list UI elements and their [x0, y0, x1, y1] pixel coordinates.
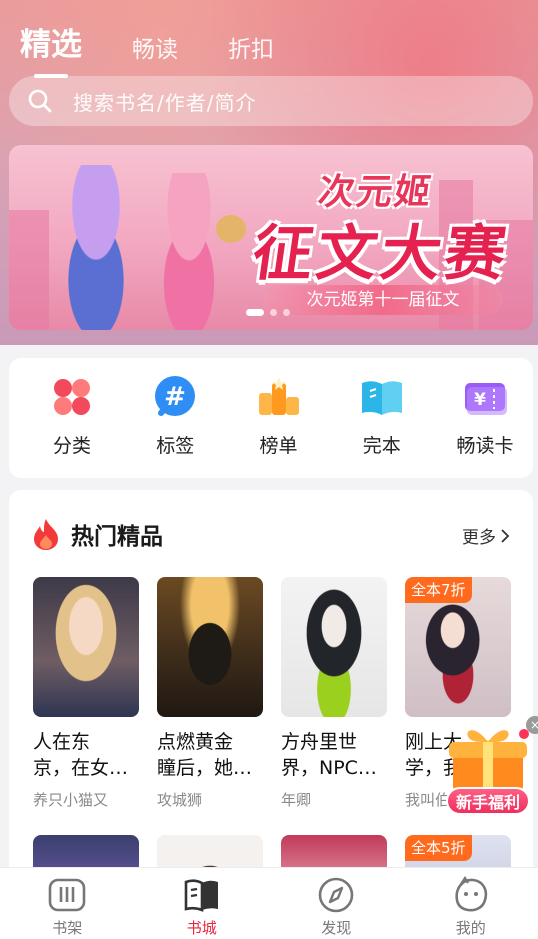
- quick-nav-category[interactable]: 分类: [41, 358, 103, 478]
- banner-pagination: [246, 309, 290, 316]
- hot-section-title: 热门精品: [71, 524, 163, 550]
- book-author: 攻城狮: [157, 791, 203, 809]
- svg-text:#: #: [164, 382, 186, 412]
- quick-nav-reading-card[interactable]: ¥ 畅读卡: [454, 358, 516, 478]
- book-author: 养只小猫又: [33, 791, 109, 809]
- newbie-benefit-badge[interactable]: 新手福利: [446, 787, 530, 815]
- banner-character-illustration: [139, 173, 239, 330]
- fire-icon: [34, 519, 58, 550]
- book-title: 方舟里世 界，NPC…: [281, 731, 377, 779]
- book-title: 点燃黄金 瞳后，她…: [157, 731, 253, 779]
- quick-nav-label: 完本: [362, 435, 401, 457]
- book-cover: [157, 577, 263, 717]
- banner-character-illustration: [41, 165, 151, 330]
- book-cover: [281, 577, 387, 717]
- more-label: 更多: [462, 528, 496, 548]
- quick-nav: 分类 # 标签 榜单 完本 ¥ 畅读卡: [9, 358, 533, 478]
- book-title: 人在东 京，在女…: [33, 731, 129, 779]
- tab-label: 我的: [455, 919, 486, 937]
- banner-subtitle: 次元姬第十一届征文: [263, 285, 503, 315]
- quick-nav-label: 分类: [52, 435, 91, 457]
- search-placeholder: 搜索书名/作者/简介: [73, 90, 257, 115]
- hot-section: 热门精品 更多 人在东 京，在女… 养只小猫又 点燃黄金 瞳后，她… 攻城狮 方舟里…: [9, 490, 533, 895]
- discount-tag: 全本5折: [405, 835, 472, 861]
- book-card[interactable]: 点燃黄金 瞳后，她… 攻城狮: [157, 577, 263, 810]
- discount-tag: 全本7折: [405, 577, 472, 603]
- ranking-icon: [258, 377, 299, 415]
- book-open-icon: [361, 381, 402, 415]
- top-tabs: 精选 畅读 折扣: [20, 14, 324, 78]
- banner-title-line2: 征文大赛: [248, 219, 515, 289]
- compass-icon: [318, 877, 354, 913]
- hashtag-icon: #: [155, 376, 196, 416]
- more-link[interactable]: 更多: [462, 523, 510, 548]
- tab-featured[interactable]: 精选: [20, 19, 82, 78]
- tab-bookstore[interactable]: 书城: [152, 868, 252, 939]
- search-bar[interactable]: 搜索书名/作者/简介: [9, 76, 533, 126]
- category-icon: [54, 379, 90, 415]
- tab-discover[interactable]: 发现: [286, 868, 386, 939]
- ticket-icon: ¥: [465, 383, 507, 415]
- promo-banner[interactable]: 次元姬 征文大赛 次元姬第十一届征文: [9, 145, 533, 330]
- quick-nav-label: 榜单: [259, 435, 298, 457]
- tab-unlimited-read[interactable]: 畅读: [132, 30, 178, 64]
- quick-nav-label: 标签: [156, 435, 195, 457]
- quick-nav-tags[interactable]: # 标签: [144, 358, 206, 478]
- pagination-dot[interactable]: [246, 309, 264, 316]
- book-card[interactable]: 人在东 京，在女… 养只小猫又: [33, 577, 139, 810]
- bookstore-icon: [184, 879, 218, 912]
- quick-nav-ranking[interactable]: 榜单: [248, 358, 310, 478]
- quick-nav-label: 畅读卡: [456, 435, 514, 457]
- pagination-dot[interactable]: [270, 309, 277, 316]
- chevron-right-icon: [501, 528, 510, 543]
- search-icon: [28, 89, 52, 113]
- tab-profile[interactable]: 我的: [421, 868, 521, 939]
- tab-label: 书城: [186, 919, 217, 937]
- svg-text:¥: ¥: [474, 390, 486, 410]
- banner-mascot: [216, 215, 246, 243]
- tab-label: 书架: [52, 919, 83, 937]
- book-cover: [33, 577, 139, 717]
- book-cover: 全本7折: [405, 577, 511, 717]
- book-author: 年卿: [281, 791, 312, 809]
- quick-nav-completed[interactable]: 完本: [351, 358, 413, 478]
- hot-section-header: 热门精品: [31, 517, 163, 551]
- tab-bookshelf[interactable]: 书架: [17, 868, 117, 939]
- bookshelf-icon: [48, 878, 86, 912]
- tab-label: 发现: [321, 919, 352, 937]
- book-card[interactable]: 方舟里世 界，NPC… 年卿: [281, 577, 387, 810]
- tab-discount[interactable]: 折扣: [228, 30, 274, 64]
- profile-icon: [455, 876, 487, 912]
- bottom-tab-bar: 书架 书城 发现 我的: [0, 867, 538, 939]
- pagination-dot[interactable]: [283, 309, 290, 316]
- close-icon[interactable]: ×: [526, 716, 538, 734]
